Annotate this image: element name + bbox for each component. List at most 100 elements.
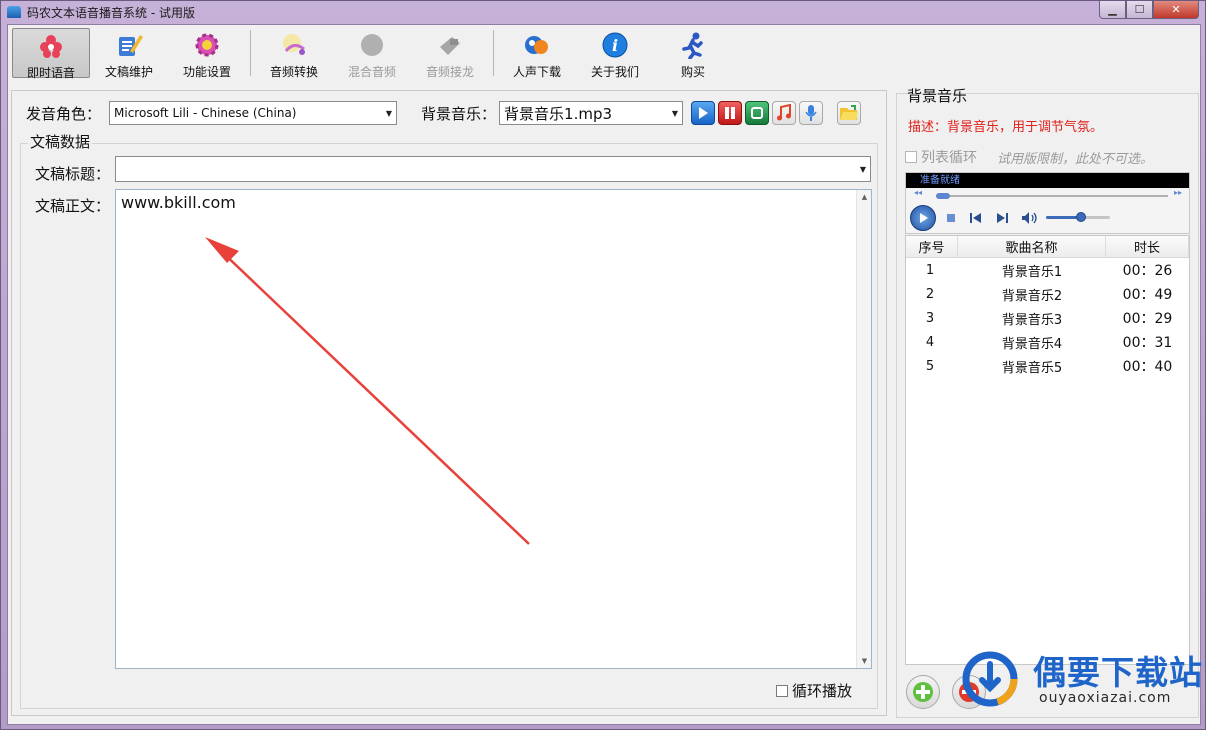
toolbar-document-maintain[interactable]: 文稿维护 bbox=[90, 28, 168, 79]
toolbar-voice-download[interactable]: 人声下载 bbox=[498, 28, 576, 79]
gear-icon bbox=[193, 31, 221, 59]
notepad-pencil-icon bbox=[115, 31, 143, 59]
window-controls: ▁ ☐ ✕ bbox=[1099, 1, 1199, 19]
player-controls bbox=[910, 204, 1186, 232]
toolbar-label: 关于我们 bbox=[590, 65, 639, 79]
info-icon: i bbox=[601, 31, 629, 59]
app-window: 码农文本语音播音系统 - 试用版 ▁ ☐ ✕ 即时语音 文稿维护 功能设置 音频… bbox=[0, 0, 1206, 730]
music-button[interactable] bbox=[772, 101, 797, 125]
list-loop-label: 列表循环 bbox=[921, 150, 977, 166]
voice-select-value: Microsoft Lili - Chinese (China) bbox=[114, 106, 297, 120]
bgm-select[interactable]: 背景音乐1.mp3 ▼ bbox=[499, 101, 684, 125]
add-song-button[interactable] bbox=[906, 675, 940, 709]
vertical-scrollbar[interactable]: ▲ ▼ bbox=[856, 190, 871, 668]
close-button[interactable]: ✕ bbox=[1153, 1, 1199, 19]
playlist-row[interactable]: 2 背景音乐2 00：49 bbox=[906, 282, 1189, 306]
toolbar-label: 即时语音 bbox=[26, 66, 75, 80]
row-name: 背景音乐5 bbox=[1001, 360, 1063, 376]
list-loop-checkbox[interactable] bbox=[905, 151, 917, 163]
chevron-down-icon: ▼ bbox=[385, 108, 393, 118]
seek-bar[interactable]: ◂◂ ▸▸ bbox=[914, 188, 1182, 199]
checkbox-box[interactable] bbox=[776, 684, 788, 697]
pause-button[interactable] bbox=[718, 101, 743, 125]
toolbar-buy[interactable]: 购买 bbox=[654, 28, 732, 79]
rewind-icon[interactable]: ◂◂ bbox=[914, 188, 922, 197]
row-no: 1 bbox=[925, 262, 935, 278]
scroll-down-icon[interactable]: ▼ bbox=[857, 654, 872, 668]
window-title: 码农文本语音播音系统 - 试用版 bbox=[27, 5, 195, 20]
toolbar-separator bbox=[250, 30, 251, 76]
maximize-button[interactable]: ☐ bbox=[1126, 1, 1153, 19]
col-header-duration[interactable]: 时长 bbox=[1106, 236, 1189, 257]
toolbar-label: 购买 bbox=[680, 65, 705, 79]
playlist-row[interactable]: 4 背景音乐4 00：31 bbox=[906, 330, 1189, 354]
volume-icon[interactable] bbox=[1022, 212, 1038, 224]
main-toolbar: 即时语音 文稿维护 功能设置 音频转换 混合音频 音频接龙 人声下载 i 关于我… bbox=[12, 28, 732, 80]
voice-select[interactable]: Microsoft Lili - Chinese (China) ▼ bbox=[109, 101, 398, 125]
row-duration: 00：29 bbox=[1122, 311, 1173, 327]
toolbar-label: 文稿维护 bbox=[104, 65, 153, 79]
playlist-row[interactable]: 5 背景音乐5 00：40 bbox=[906, 354, 1189, 378]
stop-icon[interactable] bbox=[946, 213, 956, 223]
toolbar-separator bbox=[493, 30, 494, 76]
minimize-button[interactable]: ▁ bbox=[1099, 1, 1126, 19]
play-icon bbox=[699, 107, 709, 119]
microphone-button[interactable] bbox=[799, 101, 824, 125]
col-header-no[interactable]: 序号 bbox=[906, 236, 958, 257]
client-area: 即时语音 文稿维护 功能设置 音频转换 混合音频 音频接龙 人声下载 i 关于我… bbox=[7, 24, 1201, 725]
previous-icon[interactable] bbox=[970, 213, 982, 223]
microphone-icon bbox=[805, 105, 817, 121]
toolbar-mix-audio[interactable]: 混合音频 bbox=[333, 28, 411, 79]
row-no: 3 bbox=[925, 310, 935, 326]
stop-button[interactable] bbox=[745, 101, 770, 125]
doc-body-text[interactable]: www.bkill.com bbox=[121, 193, 236, 212]
doc-body-textarea[interactable]: www.bkill.com ▲ ▼ bbox=[115, 189, 872, 669]
title-bar[interactable]: 码农文本语音播音系统 - 试用版 ▁ ☐ ✕ bbox=[1, 1, 1205, 23]
seek-thumb[interactable] bbox=[936, 193, 950, 199]
media-player: 准备就绪 ◂◂ ▸▸ bbox=[905, 172, 1190, 234]
seek-track[interactable] bbox=[936, 195, 1168, 197]
loop-play-checkbox[interactable]: 循环播放 bbox=[776, 680, 852, 701]
list-loop-row: 列表循环 试用版限制，此处不可选。 bbox=[905, 147, 1153, 167]
toolbar-label: 人声下载 bbox=[512, 65, 561, 79]
playlist-row[interactable]: 1 背景音乐1 00：26 bbox=[906, 258, 1189, 282]
fast-forward-icon[interactable]: ▸▸ bbox=[1174, 188, 1182, 197]
row-duration: 00：49 bbox=[1122, 287, 1173, 303]
toolbar-about-us[interactable]: i 关于我们 bbox=[576, 28, 654, 79]
doc-title-select[interactable]: ▼ bbox=[115, 156, 871, 182]
doc-body-label: 文稿正文： bbox=[35, 197, 111, 215]
volume-knob[interactable] bbox=[1076, 212, 1086, 222]
toolbar-label: 功能设置 bbox=[182, 65, 231, 79]
music-note-icon bbox=[777, 104, 792, 121]
toolbar-audio-chain[interactable]: 音频接龙 bbox=[411, 28, 489, 79]
row-no: 5 bbox=[925, 358, 935, 374]
mix-audio-icon bbox=[358, 31, 386, 59]
bgm-panel-title: 背景音乐 bbox=[907, 87, 968, 105]
bgm-select-value: 背景音乐1.mp3 bbox=[504, 104, 613, 123]
next-icon[interactable] bbox=[996, 213, 1008, 223]
voice-download-icon bbox=[523, 31, 551, 59]
bgm-label: 背景音乐： bbox=[421, 104, 497, 123]
col-header-name[interactable]: 歌曲名称 bbox=[958, 236, 1106, 257]
play-button[interactable] bbox=[691, 101, 716, 125]
scroll-up-icon[interactable]: ▲ bbox=[857, 190, 872, 204]
open-folder-icon bbox=[840, 105, 859, 120]
row-no: 2 bbox=[925, 286, 935, 302]
row-no: 4 bbox=[925, 334, 935, 350]
play-icon bbox=[920, 213, 928, 223]
toolbar-label: 音频接龙 bbox=[425, 65, 474, 79]
chevron-down-icon: ▼ bbox=[859, 164, 866, 174]
toolbar-settings[interactable]: 功能设置 bbox=[168, 28, 246, 79]
playlist-row[interactable]: 3 背景音乐3 00：29 bbox=[906, 306, 1189, 330]
playlist-header: 序号 歌曲名称 时长 bbox=[906, 236, 1189, 258]
toolbar-audio-convert[interactable]: 音频转换 bbox=[255, 28, 333, 79]
row-duration: 00：26 bbox=[1122, 263, 1173, 279]
open-folder-button[interactable] bbox=[837, 101, 862, 125]
doc-title-label: 文稿标题： bbox=[35, 165, 111, 183]
flower-icon bbox=[37, 32, 65, 60]
toolbar-instant-speech[interactable]: 即时语音 bbox=[12, 28, 90, 80]
player-play-button[interactable] bbox=[910, 205, 936, 231]
player-status: 准备就绪 bbox=[906, 173, 1189, 188]
row-duration: 00：40 bbox=[1122, 359, 1173, 375]
row-duration: 00：31 bbox=[1122, 335, 1173, 351]
